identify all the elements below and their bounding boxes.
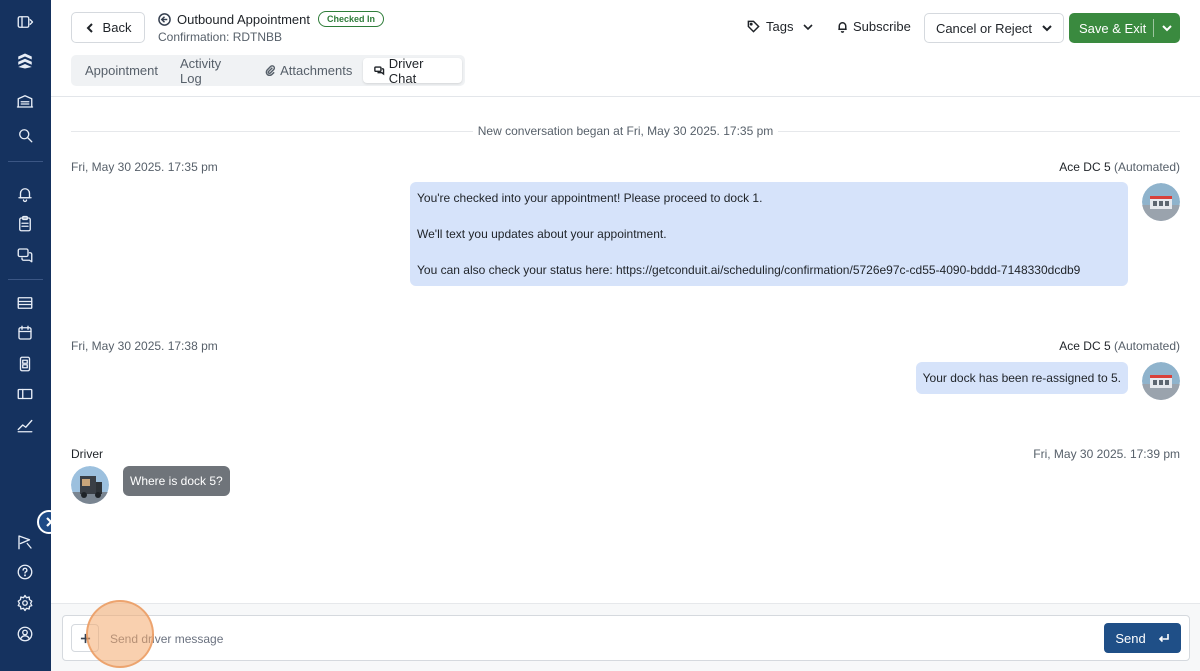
confirmation-number: Confirmation: RDTNBB: [158, 30, 283, 44]
chevron-left-icon: [86, 22, 93, 33]
outbound-arrow-icon: [158, 12, 171, 26]
message-line: You're checked into your appointment! Pl…: [417, 191, 763, 205]
message-timestamp: Fri, May 30 2025. 17:35 pm: [71, 160, 218, 174]
facility-avatar: [1142, 183, 1180, 221]
save-label: Save & Exit: [1079, 20, 1147, 36]
chevron-down-icon: [803, 23, 814, 30]
sidebar: [0, 0, 61, 671]
back-button-label: Back: [102, 20, 132, 35]
help-icon[interactable]: [13, 560, 37, 584]
message-sender: Ace DC 5 (Automated): [1059, 160, 1180, 174]
message-timestamp: Fri, May 30 2025. 17:38 pm: [71, 339, 218, 353]
save-and-exit-button[interactable]: Save & Exit: [1069, 13, 1180, 43]
facility-avatar: [1142, 362, 1180, 400]
cancel-label: Cancel or Reject: [935, 20, 1033, 36]
subscribe-button[interactable]: Subscribe: [836, 19, 911, 34]
user-icon[interactable]: [13, 622, 37, 646]
logo-icon[interactable]: [13, 49, 37, 73]
dock-list-icon[interactable]: [13, 291, 37, 315]
settings-icon[interactable]: [13, 591, 37, 615]
tab-appointment[interactable]: Appointment: [74, 58, 169, 83]
send-button[interactable]: Send: [1104, 623, 1181, 653]
message-line: We'll text you updates about your appoin…: [417, 227, 667, 241]
driver-chat-panel: New conversation began at Fri, May 30 20…: [51, 98, 1200, 603]
send-label: Send: [1115, 630, 1146, 646]
bell-icon: [838, 22, 847, 33]
page-title: Outbound Appointment: [177, 11, 310, 27]
message-composer: Send: [51, 603, 1200, 671]
message-input-box: Send: [62, 615, 1190, 661]
bell-icon[interactable]: [13, 182, 37, 206]
conversation-start-text: New conversation began at Fri, May 30 20…: [472, 124, 779, 138]
status-badge: Checked In: [318, 11, 385, 27]
warehouse-icon[interactable]: [13, 89, 37, 113]
paperclip-icon: [265, 65, 276, 76]
add-attachment-button[interactable]: [71, 624, 99, 652]
tab-bar: Appointment Activity Log Attachments Dri…: [71, 55, 465, 86]
message-sender: Ace DC 5 (Automated): [1059, 339, 1180, 353]
tags-label: Tags: [766, 19, 794, 34]
yard-icon[interactable]: [13, 352, 37, 376]
conversation-start-divider: New conversation began at Fri, May 30 20…: [71, 122, 1180, 140]
driver-message-input[interactable]: [110, 628, 1010, 650]
tags-dropdown[interactable]: Tags: [747, 19, 814, 34]
message-sender: Driver: [71, 447, 103, 461]
cancel-or-reject-button[interactable]: Cancel or Reject: [924, 13, 1064, 43]
chart-icon[interactable]: [13, 413, 37, 437]
flag-icon[interactable]: [13, 530, 37, 554]
search-icon[interactable]: [13, 123, 37, 147]
chevron-down-icon: [1042, 25, 1052, 32]
outgoing-message-bubble: You're checked into your appointment! Pl…: [410, 182, 1128, 286]
save-options-toggle[interactable]: [1154, 23, 1180, 33]
panel-toggle-icon[interactable]: [13, 10, 37, 34]
message-timestamp: Fri, May 30 2025. 17:39 pm: [1033, 447, 1180, 461]
message-line: You can also check your status here: htt…: [417, 263, 1081, 277]
outgoing-message-bubble: Your dock has been re-assigned to 5.: [915, 362, 1128, 394]
appointment-title-row: Outbound Appointment Checked In: [158, 11, 385, 27]
sidebar-divider: [8, 161, 43, 162]
ticket-icon[interactable]: [13, 382, 37, 406]
plus-icon: [80, 633, 90, 643]
chat-icon: [374, 66, 385, 76]
tab-activity-log[interactable]: Activity Log: [169, 56, 254, 86]
message-line: Where is dock 5?: [130, 474, 223, 488]
driver-avatar: [71, 466, 109, 504]
subscribe-label: Subscribe: [853, 19, 911, 34]
tab-attachments[interactable]: Attachments: [254, 58, 363, 83]
back-button[interactable]: Back: [71, 12, 145, 43]
enter-key-icon: [1158, 634, 1169, 643]
tab-driver-chat[interactable]: Driver Chat: [363, 56, 462, 86]
tag-icon: [747, 20, 760, 33]
sidebar-divider: [8, 279, 43, 280]
message-line: Your dock has been re-assigned to 5.: [922, 371, 1121, 385]
appointment-header: Back Outbound Appointment Checked In Con…: [51, 0, 1200, 97]
calendar-icon[interactable]: [13, 321, 37, 345]
chevron-down-icon: [1162, 25, 1172, 32]
clipboard-icon[interactable]: [13, 212, 37, 236]
chat-icon[interactable]: [13, 243, 37, 267]
incoming-message-bubble: Where is dock 5?: [123, 466, 230, 496]
